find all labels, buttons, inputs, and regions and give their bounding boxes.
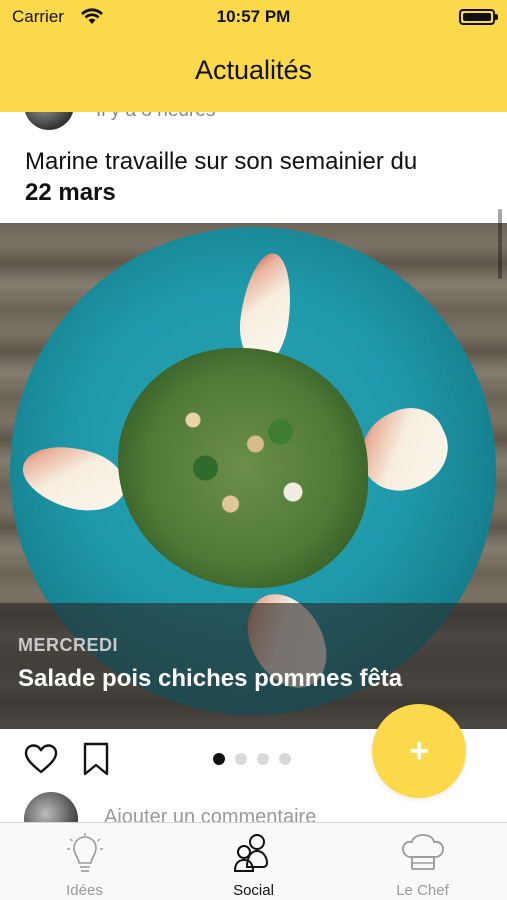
carousel-dot[interactable] xyxy=(213,753,225,765)
carousel-dot[interactable] xyxy=(235,753,247,765)
user-avatar xyxy=(24,792,78,822)
carousel-dot[interactable] xyxy=(279,753,291,765)
tab-idees-label: Idées xyxy=(66,882,103,899)
people-icon xyxy=(233,834,268,872)
heart-icon[interactable] xyxy=(24,743,58,775)
add-button[interactable]: + xyxy=(372,704,466,798)
status-bar: Carrier 10:57 PM xyxy=(0,0,507,36)
bookmark-icon[interactable] xyxy=(82,742,110,776)
battery-icon xyxy=(459,9,498,25)
top-bar: Carrier 10:57 PM Actualités xyxy=(0,0,507,112)
tab-bar: Idées Social Le Chef xyxy=(0,822,507,900)
author-avatar[interactable] xyxy=(24,112,74,130)
lightbulb-icon xyxy=(66,833,103,872)
scroll-indicator[interactable] xyxy=(498,209,502,279)
post-header: Il y a 3 heures xyxy=(0,112,507,130)
post-text: Marine travaille sur son semainier du 22… xyxy=(25,146,485,208)
recipe-day: MERCREDI xyxy=(18,635,119,655)
comment-row xyxy=(0,792,507,822)
tab-idees[interactable]: Idées xyxy=(0,823,169,900)
page-title: Actualités xyxy=(194,55,313,85)
chef-hat-icon xyxy=(401,834,444,870)
status-time: 10:57 PM xyxy=(216,7,291,26)
recipe-photo[interactable]: MERCREDI Salade pois chiches pommes fêta xyxy=(0,223,507,729)
add-button-label: + xyxy=(409,732,429,770)
recipe-title[interactable]: Salade pois chiches pommes fêta xyxy=(18,665,402,693)
comment-input[interactable] xyxy=(104,806,484,822)
carousel-page-indicator[interactable] xyxy=(213,753,291,765)
tab-social-label: Social xyxy=(233,882,274,899)
tab-le-chef[interactable]: Le Chef xyxy=(338,823,507,900)
post-text-prefix: Marine travaille sur son semainier du xyxy=(25,148,418,175)
post-text-date[interactable]: 22 mars xyxy=(25,179,116,206)
tab-le-chef-label: Le Chef xyxy=(396,882,449,899)
tab-social[interactable]: Social xyxy=(169,823,338,900)
post-time-ago: Il y a 3 heures xyxy=(96,112,215,122)
carousel-dot[interactable] xyxy=(257,753,269,765)
